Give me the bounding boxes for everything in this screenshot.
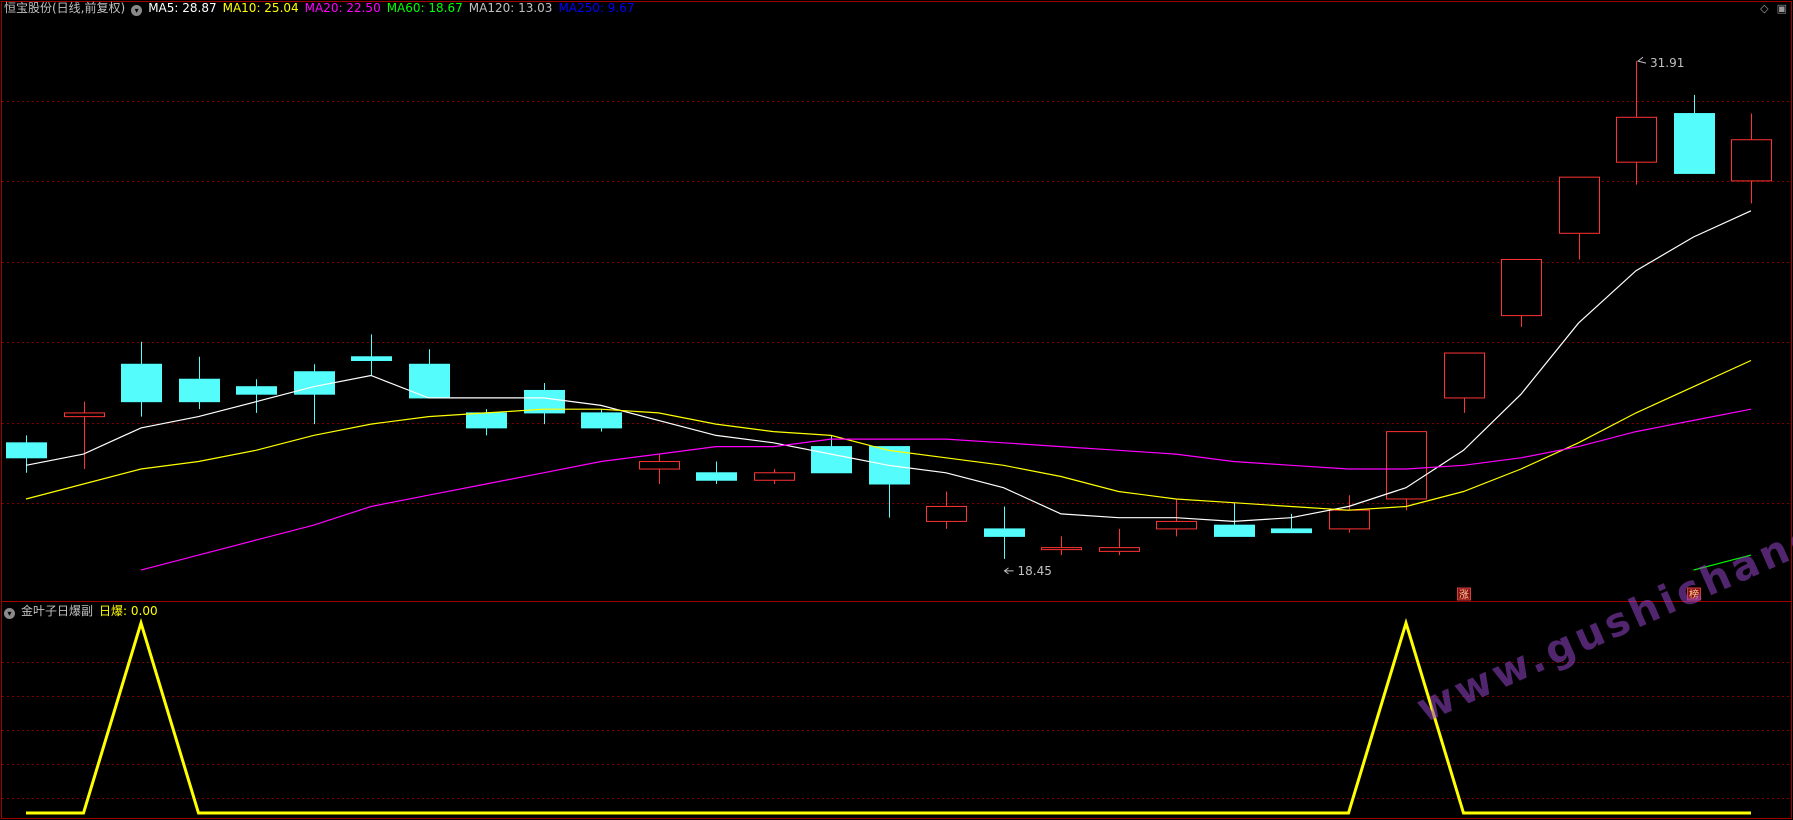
low-arrow-icon [1003, 567, 1014, 575]
stock-title: 恒宝股份(日线,前复权) [4, 1, 126, 15]
candle-body-up [1731, 139, 1772, 182]
candle-body-up [1386, 431, 1427, 500]
candle-body-up [1099, 547, 1140, 552]
candle-body-up [1156, 520, 1197, 530]
candle-body-up [1616, 116, 1657, 163]
chart-canvas[interactable]: 31.9118.45涨榜 [0, 0, 1793, 820]
candle-body-down [696, 472, 737, 481]
indicator-name: 金叶子日爆副 [21, 604, 94, 618]
main-header: 恒宝股份(日线,前复权) ▾ MA5: 28.87 MA10: 25.04 MA20: … [4, 0, 646, 16]
candle-body-down [1214, 524, 1255, 537]
stock-chart-window[interactable]: 31.91 18.45 涨榜 恒宝股份(日线,前复权) ▾ MA5: 28.87 MA10… [0, 0, 1793, 820]
diamond-icon[interactable]: ◇ [1760, 2, 1768, 15]
ma-line-ma10 [25, 359, 1752, 511]
candle-body-down [6, 442, 47, 459]
candle-body-down [1674, 113, 1715, 174]
candle-body-up [1559, 176, 1600, 234]
candle-body-down [351, 356, 392, 362]
candle-body-down [466, 412, 507, 429]
indicator-value: 日爆: 0.00 [99, 604, 158, 618]
ma-legend-item: MA120: 13.03 [468, 1, 553, 15]
candle-body-up [64, 412, 105, 418]
ma-legend-item: MA20: 22.50 [304, 1, 381, 15]
high-arrow-icon [1636, 56, 1647, 64]
candle-body-down [1271, 528, 1312, 534]
candle-body-up [1501, 258, 1542, 317]
candle-body-up [926, 505, 967, 522]
ma-legend-item: MA10: 25.04 [222, 1, 299, 15]
candle-body-up [1444, 352, 1485, 399]
window-controls: ◇ ▣ [1752, 2, 1787, 15]
ma-legend-item: MA5: 28.87 [148, 1, 217, 15]
candle-body-down [984, 528, 1025, 537]
ma-legend-item: MA60: 18.67 [386, 1, 463, 15]
candle-body-down [581, 412, 622, 429]
candle-body-down [179, 378, 220, 403]
candle-body-down [236, 386, 277, 395]
candle-body-up [639, 461, 680, 470]
candle-body-up [1041, 547, 1082, 551]
settings-circle-icon[interactable]: ▾ [131, 5, 143, 16]
candle-body-down [121, 363, 162, 403]
sub-header: ▾ 金叶子日爆副 日爆: 0.00 [4, 603, 164, 619]
low-price-label: 18.45 [1018, 564, 1052, 578]
sub-line-ribao [26, 617, 1751, 815]
candle-body-up [1329, 509, 1370, 530]
candle-body-down [294, 371, 335, 395]
candle-body-up [754, 472, 795, 481]
ma-legend: MA5: 28.87 MA10: 25.04 MA20: 22.50 MA60: 18… [148, 1, 640, 15]
sub-settings-circle-icon[interactable]: ▾ [4, 608, 15, 619]
high-price-label: 31.91 [1650, 56, 1684, 70]
maximize-icon[interactable]: ▣ [1777, 2, 1787, 15]
zhang-badge: 涨 [1459, 589, 1469, 601]
ma-line-ma20 [140, 408, 1752, 571]
ma-legend-item: MA250: 9.67 [558, 1, 635, 15]
sub-panel-frame [1, 601, 1792, 819]
candle-body-down [811, 446, 852, 474]
